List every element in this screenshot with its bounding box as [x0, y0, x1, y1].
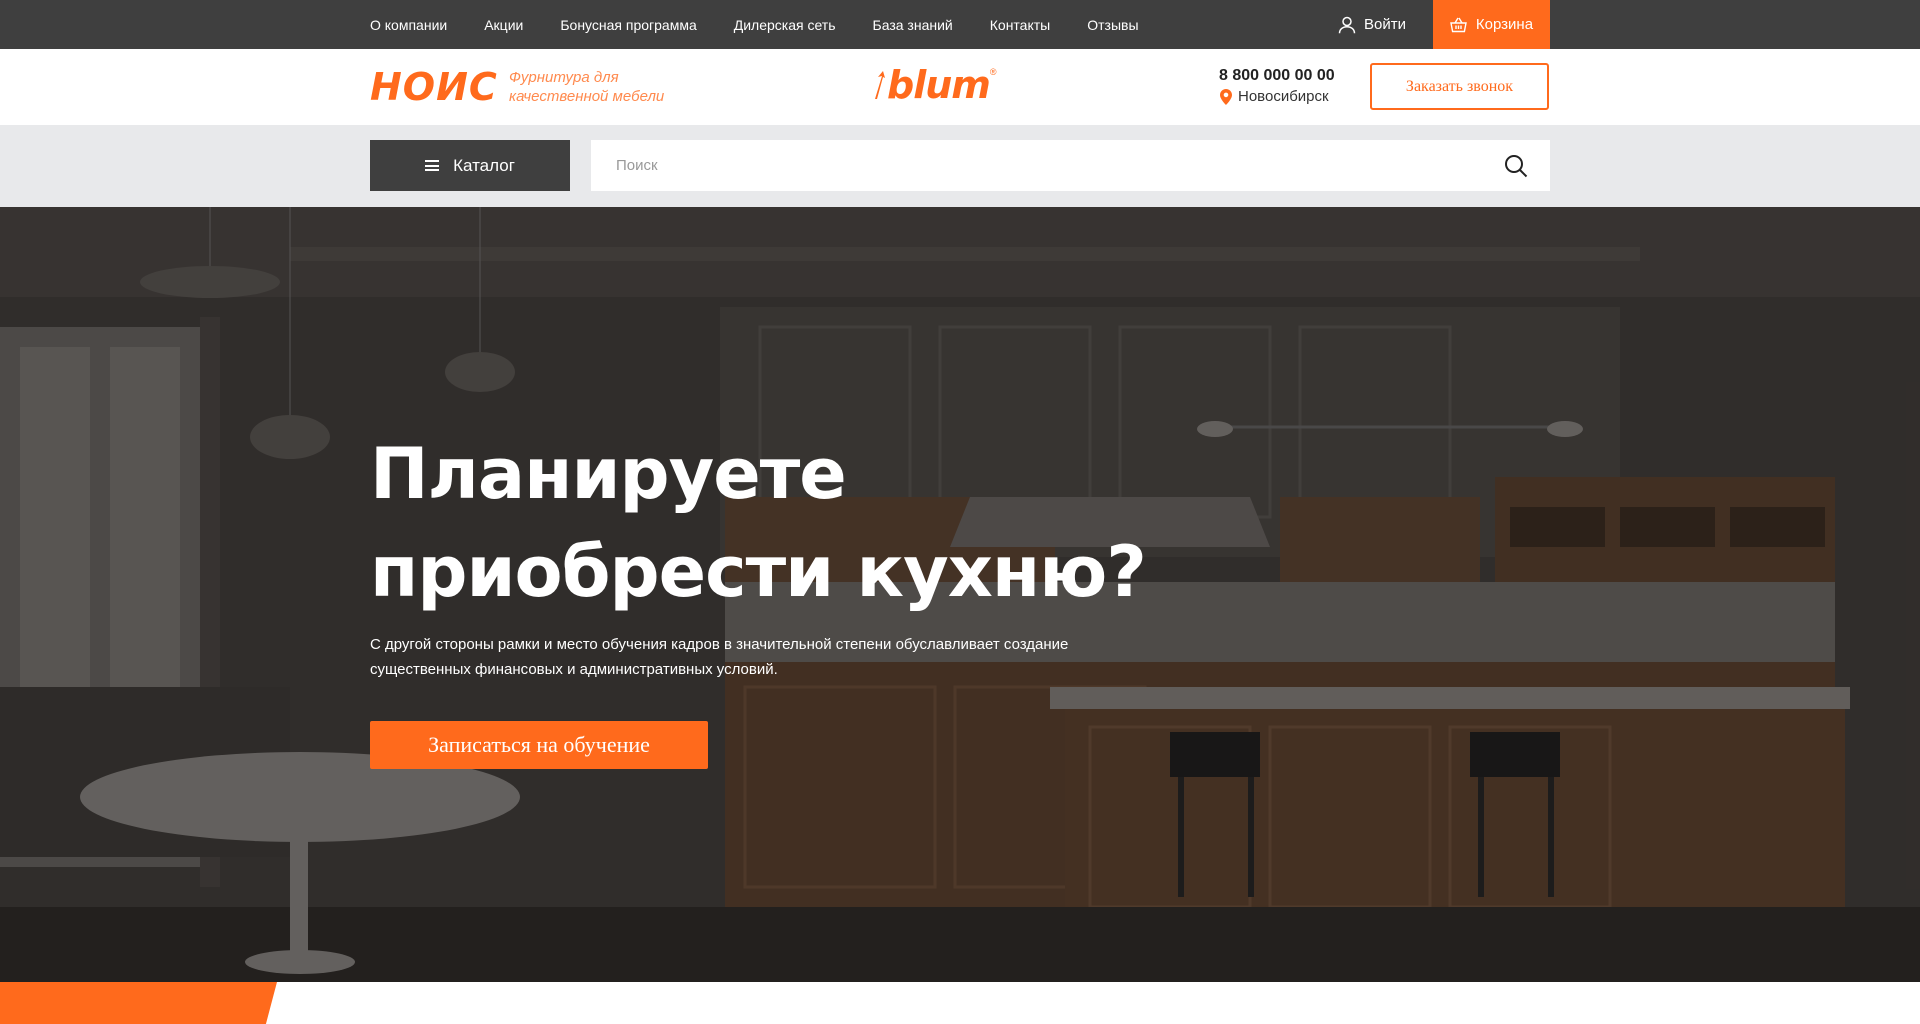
login-label: Войти [1364, 16, 1406, 33]
search-icon[interactable] [1504, 154, 1528, 178]
partner-logo: blum ® [872, 63, 997, 107]
phone-number[interactable]: 8 800 000 00 00 [1219, 67, 1335, 85]
partner-logo-reg: ® [989, 67, 997, 77]
nav-promotions[interactable]: Акции [484, 17, 523, 33]
nav-knowledge-base[interactable]: База знаний [873, 17, 953, 33]
hero-title-line-2: приобрести кухню? [370, 531, 1147, 613]
callback-button[interactable]: Заказать звонок [1370, 63, 1549, 110]
location-pin-icon [1220, 88, 1232, 105]
catalog-button[interactable]: Каталог [370, 140, 570, 191]
search-band: Каталог [0, 125, 1920, 207]
partner-logo-text: blum [887, 63, 991, 107]
cart-label: Корзина [1475, 16, 1534, 33]
brand-logo[interactable]: НОИС [370, 66, 498, 108]
nav-dealer-network[interactable]: Дилерская сеть [734, 17, 836, 33]
site-header: НОИС Фурнитура для качественной мебели b… [0, 49, 1920, 125]
nav-contacts[interactable]: Контакты [990, 17, 1050, 33]
search-box [591, 140, 1550, 191]
catalog-label: Каталог [453, 155, 515, 175]
tagline-line-1: Фурнитура для [509, 69, 619, 86]
nav-reviews[interactable]: Отзывы [1087, 17, 1138, 33]
orange-accent-block [0, 982, 277, 1024]
nav-bonus-program[interactable]: Бонусная программа [560, 17, 696, 33]
user-icon [1338, 16, 1356, 33]
blum-arrow-icon [875, 71, 885, 99]
nav-about[interactable]: О компании [370, 17, 447, 33]
hero-description: С другой стороны рамки и место обучения … [370, 636, 1069, 678]
next-section-strip [0, 982, 1920, 1024]
hero-title: Планируете приобрести кухню? [370, 425, 1170, 621]
search-input[interactable] [591, 140, 1491, 191]
hero-title-line-1: Планируете [370, 433, 847, 515]
top-nav: О компании Акции Бонусная программа Диле… [370, 0, 1176, 49]
hero-banner: Планируете приобрести кухню? С другой ст… [0, 207, 1920, 982]
cart-button[interactable]: Корзина [1433, 0, 1550, 49]
city-selector[interactable]: Новосибирск [1220, 88, 1329, 105]
basket-icon [1450, 17, 1467, 32]
top-bar: О компании Акции Бонусная программа Диле… [0, 0, 1920, 49]
menu-icon [425, 160, 440, 171]
login-link[interactable]: Войти [1338, 0, 1406, 49]
brand-tagline: Фурнитура для качественной мебели [509, 68, 699, 106]
city-label: Новосибирск [1238, 88, 1329, 105]
tagline-line-2: качественной мебели [509, 88, 665, 105]
signup-training-button[interactable]: Записаться на обучение [370, 721, 708, 769]
